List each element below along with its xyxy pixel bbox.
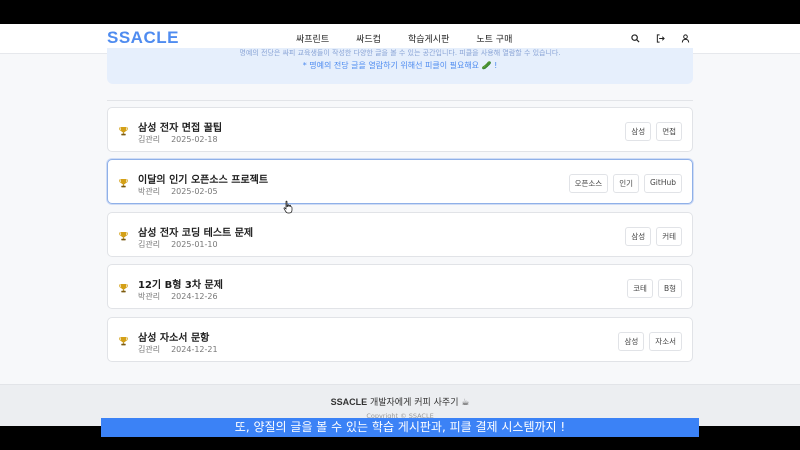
post-date: 2025-02-18	[171, 135, 218, 144]
post-author: 김관리	[138, 240, 161, 249]
post-date: 2024-12-26	[171, 292, 218, 301]
post-tag[interactable]: 오픈소스	[568, 174, 609, 193]
post-meta: 박관리 2024-12-26	[138, 291, 229, 302]
post-author: 박관리	[138, 292, 161, 301]
notice-line: * 명예의 전당 글을 열람하기 위해선 피클이 필요해요 🥒 !	[302, 61, 498, 70]
post-title[interactable]: 삼성 자소서 문항	[138, 329, 209, 344]
search-icon[interactable]	[629, 32, 642, 45]
post-tags: 삼성 커테	[625, 227, 682, 246]
post-title[interactable]: 삼성 전자 코딩 테스트 문제	[138, 224, 253, 239]
trophy-icon	[119, 336, 128, 346]
post-tag[interactable]: 면접	[656, 122, 682, 141]
post-tag[interactable]: 삼성	[625, 122, 652, 141]
post-author: 김관리	[138, 135, 161, 144]
footer-text[interactable]: 개발자에게 커피 사주기 ☕	[367, 398, 469, 408]
post-tag[interactable]: 코테	[627, 279, 653, 298]
menu-item-study-board[interactable]: 학습게시판	[408, 32, 449, 45]
post-tags: 삼성 면접	[625, 122, 682, 141]
post-tags: 오픈소스 인기 GitHub	[568, 174, 682, 193]
footer-line: SSACLE 개발자에게 커피 사주기 ☕	[0, 395, 800, 408]
post-card[interactable]: 삼성 전자 코딩 테스트 문제 김관리 2025-01-10 삼성 커테	[107, 212, 693, 257]
notice-top-line: 명예의 전당은 싸피 교육생들이 작성한 다양한 글을 볼 수 있는 공간입니다…	[239, 49, 561, 56]
user-icon[interactable]	[679, 32, 692, 45]
post-card[interactable]: 12기 B형 3차 문제 박관리 2024-12-26 코테 B형	[107, 264, 693, 309]
footer-brand[interactable]: SSACLE	[331, 397, 368, 407]
logo[interactable]: SSACLE	[107, 28, 179, 48]
post-title[interactable]: 이달의 인기 오픈소스 프로젝트	[138, 171, 268, 186]
video-caption: 또, 양질의 글을 볼 수 있는 학습 게시판과, 피클 결제 시스템까지 !	[101, 418, 699, 437]
trophy-icon	[119, 231, 128, 241]
post-date: 2025-01-10	[171, 240, 218, 249]
post-card[interactable]: 삼성 전자 면접 꿀팁 김관리 2025-02-18 삼성 면접	[107, 107, 693, 152]
menu-item-ssaprint[interactable]: 싸프린트	[296, 32, 329, 45]
post-meta: 김관리 2025-01-10	[138, 239, 229, 250]
trophy-icon	[119, 126, 128, 136]
post-tag[interactable]: 자소서	[649, 332, 682, 351]
post-date: 2024-12-21	[171, 345, 218, 354]
post-tags: 코테 B형	[627, 279, 682, 298]
post-title[interactable]: 삼성 전자 면접 꿀팁	[138, 119, 222, 134]
post-tag[interactable]: B형	[657, 279, 682, 298]
divider	[107, 100, 693, 101]
post-card[interactable]: 삼성 자소서 문항 김관리 2024-12-21 삼성 자소서	[107, 317, 693, 362]
post-tag[interactable]: 인기	[613, 174, 639, 193]
post-card[interactable]: 이달의 인기 오픈소스 프로젝트 박관리 2025-02-05 오픈소스 인기 GitHu…	[107, 159, 693, 204]
menu-item-note-purchase[interactable]: 노트 구매	[476, 32, 512, 45]
main-menu: 싸프린트 싸드컵 학습게시판 노트 구매	[296, 32, 539, 45]
post-meta: 김관리 2024-12-21	[138, 344, 229, 355]
post-tag[interactable]: 삼성	[625, 227, 652, 246]
post-title[interactable]: 12기 B형 3차 문제	[138, 276, 223, 291]
post-tag[interactable]: GitHub	[644, 174, 682, 193]
post-meta: 박관리 2025-02-05	[138, 186, 229, 197]
menu-item-ssadcup[interactable]: 싸드컵	[356, 32, 381, 45]
post-tag[interactable]: 삼성	[618, 332, 645, 351]
post-meta: 김관리 2025-02-18	[138, 134, 229, 145]
trophy-icon	[119, 178, 128, 188]
post-author: 김관리	[138, 345, 161, 354]
post-author: 박관리	[138, 187, 161, 196]
letterbox-top	[0, 0, 800, 24]
post-tags: 삼성 자소서	[618, 332, 682, 351]
post-date: 2025-02-05	[171, 187, 218, 196]
post-tag[interactable]: 커테	[656, 227, 682, 246]
notice-box: 명예의 전당은 싸피 교육생들이 작성한 다양한 글을 볼 수 있는 공간입니다…	[107, 48, 693, 84]
mouse-cursor-icon	[283, 200, 293, 214]
logout-icon[interactable]	[654, 32, 667, 45]
trophy-icon	[119, 283, 128, 293]
nav-icons	[629, 32, 692, 45]
